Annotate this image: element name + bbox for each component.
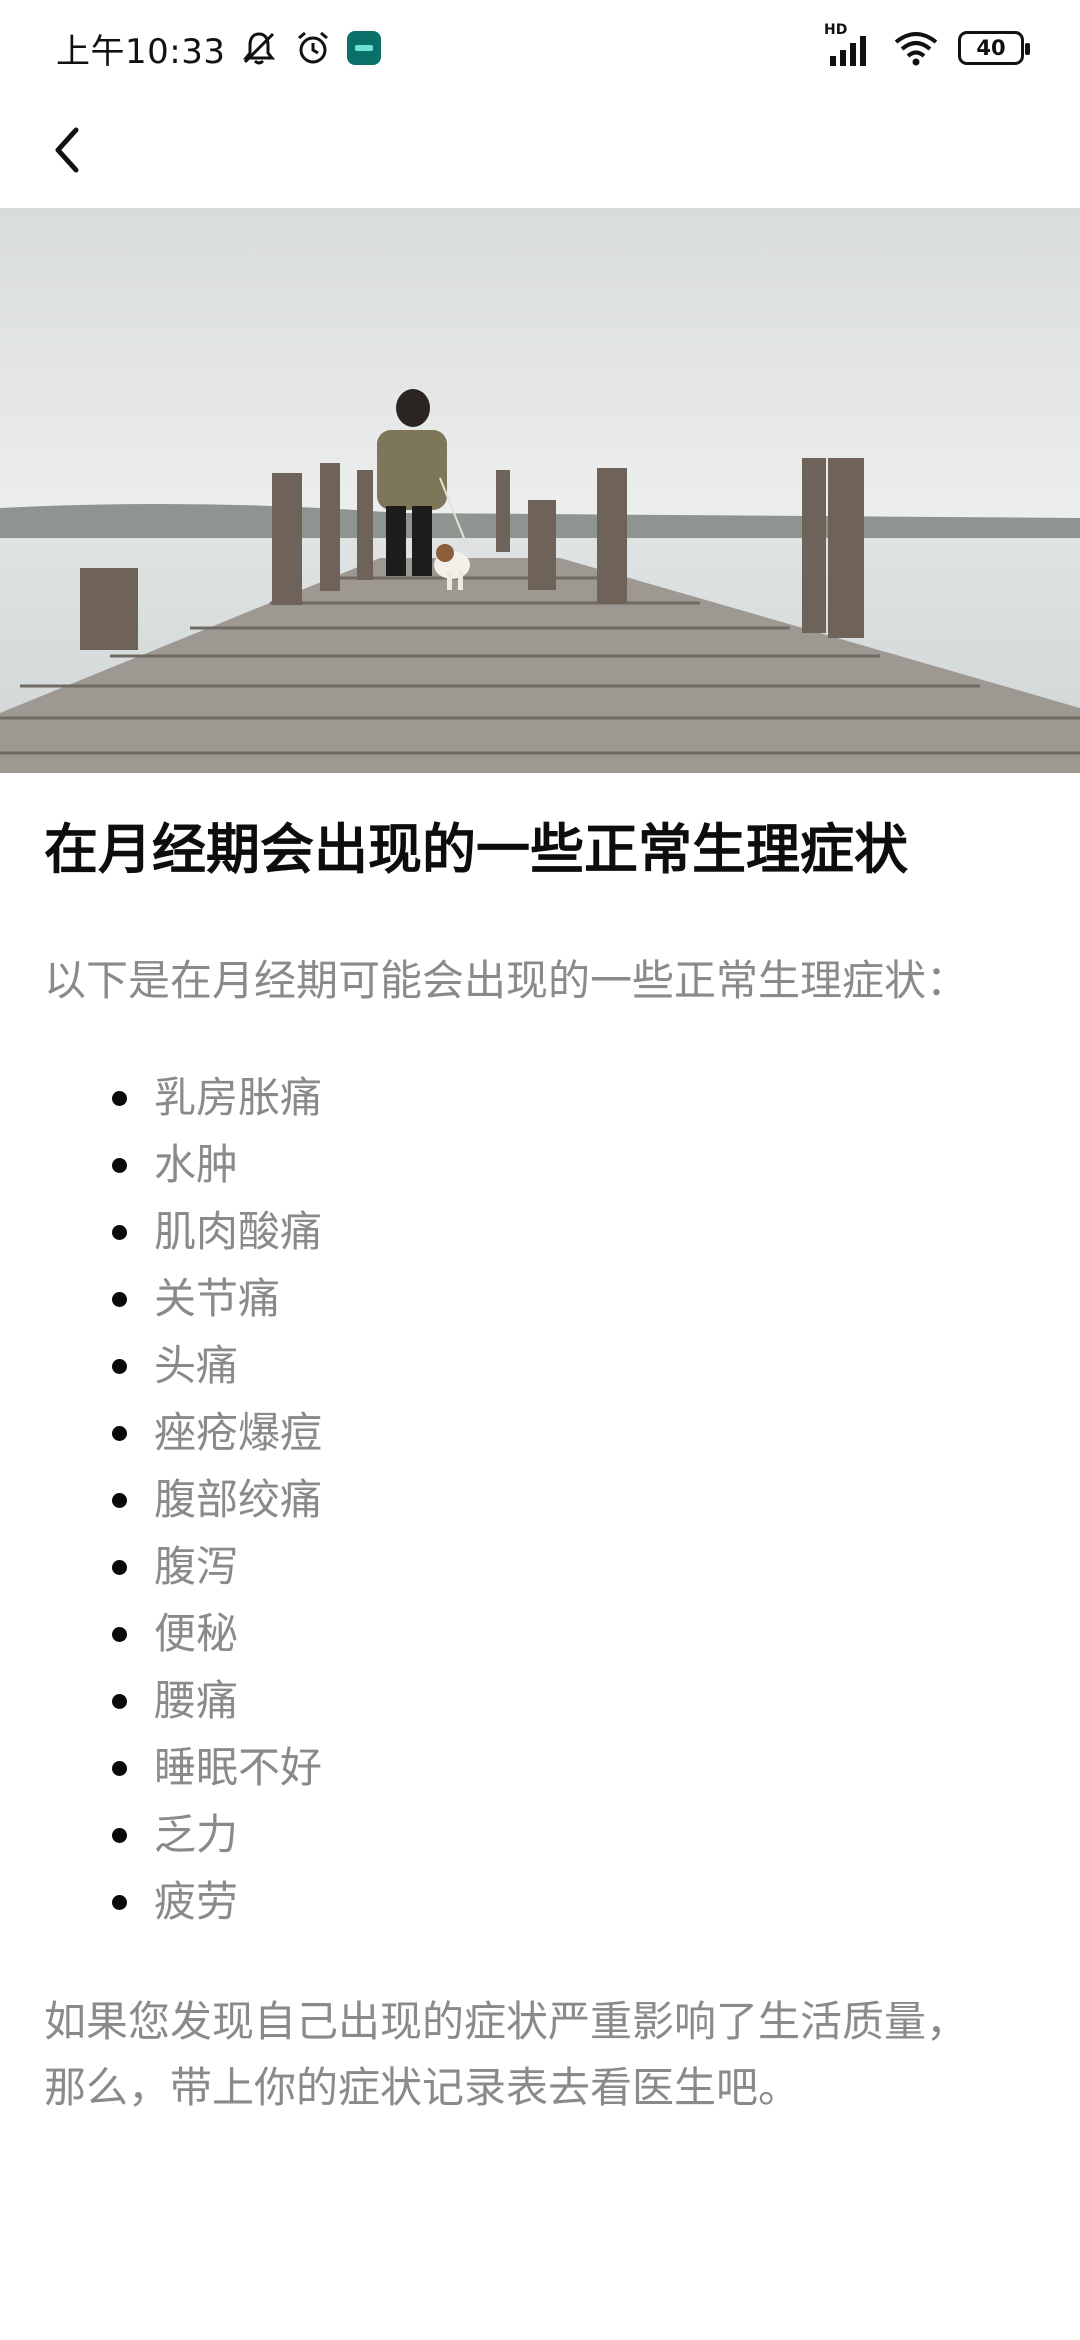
mute-bell-icon: [239, 28, 279, 68]
bullet-icon: [112, 1694, 127, 1710]
pier-photo: [0, 208, 1080, 773]
symptom-label: 便秘: [154, 1609, 239, 1659]
status-time: 上午10:33: [56, 31, 226, 72]
article-outro: 如果您发现自己出现的症状严重影响了生活质量， 那么，带上你的症状记录表去看医生吧…: [44, 1989, 1036, 2121]
list-item: 关节痛: [112, 1265, 1036, 1332]
bullet-icon: [112, 1828, 127, 1844]
list-item: 腰痛: [112, 1667, 1036, 1734]
symptom-label: 头痛: [154, 1341, 239, 1391]
list-item: 头痛: [112, 1332, 1036, 1399]
symptom-label: 腰痛: [154, 1676, 239, 1726]
article-outro-line-1: 如果您发现自己出现的症状严重影响了生活质量，: [44, 1997, 969, 2047]
network-label: HD: [824, 22, 848, 38]
bullet-icon: [112, 1091, 127, 1107]
wifi-icon: [892, 28, 940, 68]
top-nav: [0, 96, 1080, 208]
list-item: 肌肉酸痛: [112, 1198, 1036, 1265]
bullet-icon: [112, 1359, 127, 1375]
hero-image: [0, 208, 1080, 773]
battery-icon: 40: [958, 31, 1030, 65]
symptom-label: 痤疮爆痘: [154, 1408, 323, 1458]
article: 在月经期会出现的一些正常生理症状 以下是在月经期可能会出现的一些正常生理症状： …: [0, 773, 1080, 2121]
status-left: 上午10:33: [56, 24, 382, 73]
bullet-icon: [112, 1158, 127, 1174]
symptom-label: 乳房胀痛: [154, 1073, 323, 1123]
symptom-label: 腹泻: [154, 1542, 239, 1592]
symptom-list: 乳房胀痛 水肿 肌肉酸痛 关节痛 头痛 痤疮爆痘 腹部绞痛 腹泻 便秘 腰痛 睡…: [44, 1064, 1036, 1935]
status-right: HD 40: [824, 22, 1030, 68]
symptom-label: 乏力: [154, 1810, 239, 1860]
symptom-label: 关节痛: [154, 1274, 281, 1324]
alarm-icon: [293, 28, 333, 68]
list-item: 痤疮爆痘: [112, 1399, 1036, 1466]
chevron-left-icon: [48, 124, 88, 180]
bullet-icon: [112, 1895, 127, 1911]
signal-icon: HD: [824, 22, 874, 68]
symptom-label: 睡眠不好: [154, 1743, 323, 1793]
bullet-icon: [112, 1225, 127, 1241]
battery-level: 40: [976, 36, 1006, 60]
list-item: 便秘: [112, 1600, 1036, 1667]
list-item: 腹部绞痛: [112, 1466, 1036, 1533]
bullet-icon: [112, 1426, 127, 1442]
list-item: 乳房胀痛: [112, 1064, 1036, 1131]
article-outro-line-2: 那么，带上你的症状记录表去看医生吧。: [44, 2063, 801, 2113]
list-item: 睡眠不好: [112, 1734, 1036, 1801]
bullet-icon: [112, 1627, 127, 1643]
list-item: 疲劳: [112, 1868, 1036, 1935]
app-badge-icon: [347, 31, 382, 65]
bullet-icon: [112, 1560, 127, 1576]
back-button[interactable]: [36, 120, 100, 184]
status-bar: 上午10:33 HD 40: [0, 0, 1080, 96]
symptom-label: 肌肉酸痛: [154, 1207, 323, 1257]
symptom-label: 疲劳: [154, 1877, 239, 1927]
article-title: 在月经期会出现的一些正常生理症状: [44, 818, 908, 881]
article-intro: 以下是在月经期可能会出现的一些正常生理症状：: [44, 956, 969, 1006]
bullet-icon: [112, 1493, 127, 1509]
list-item: 乏力: [112, 1801, 1036, 1868]
symptom-label: 腹部绞痛: [154, 1475, 323, 1525]
bullet-icon: [112, 1761, 127, 1777]
symptom-label: 水肿: [154, 1140, 239, 1190]
list-item: 腹泻: [112, 1533, 1036, 1600]
list-item: 水肿: [112, 1131, 1036, 1198]
bullet-icon: [112, 1292, 127, 1308]
